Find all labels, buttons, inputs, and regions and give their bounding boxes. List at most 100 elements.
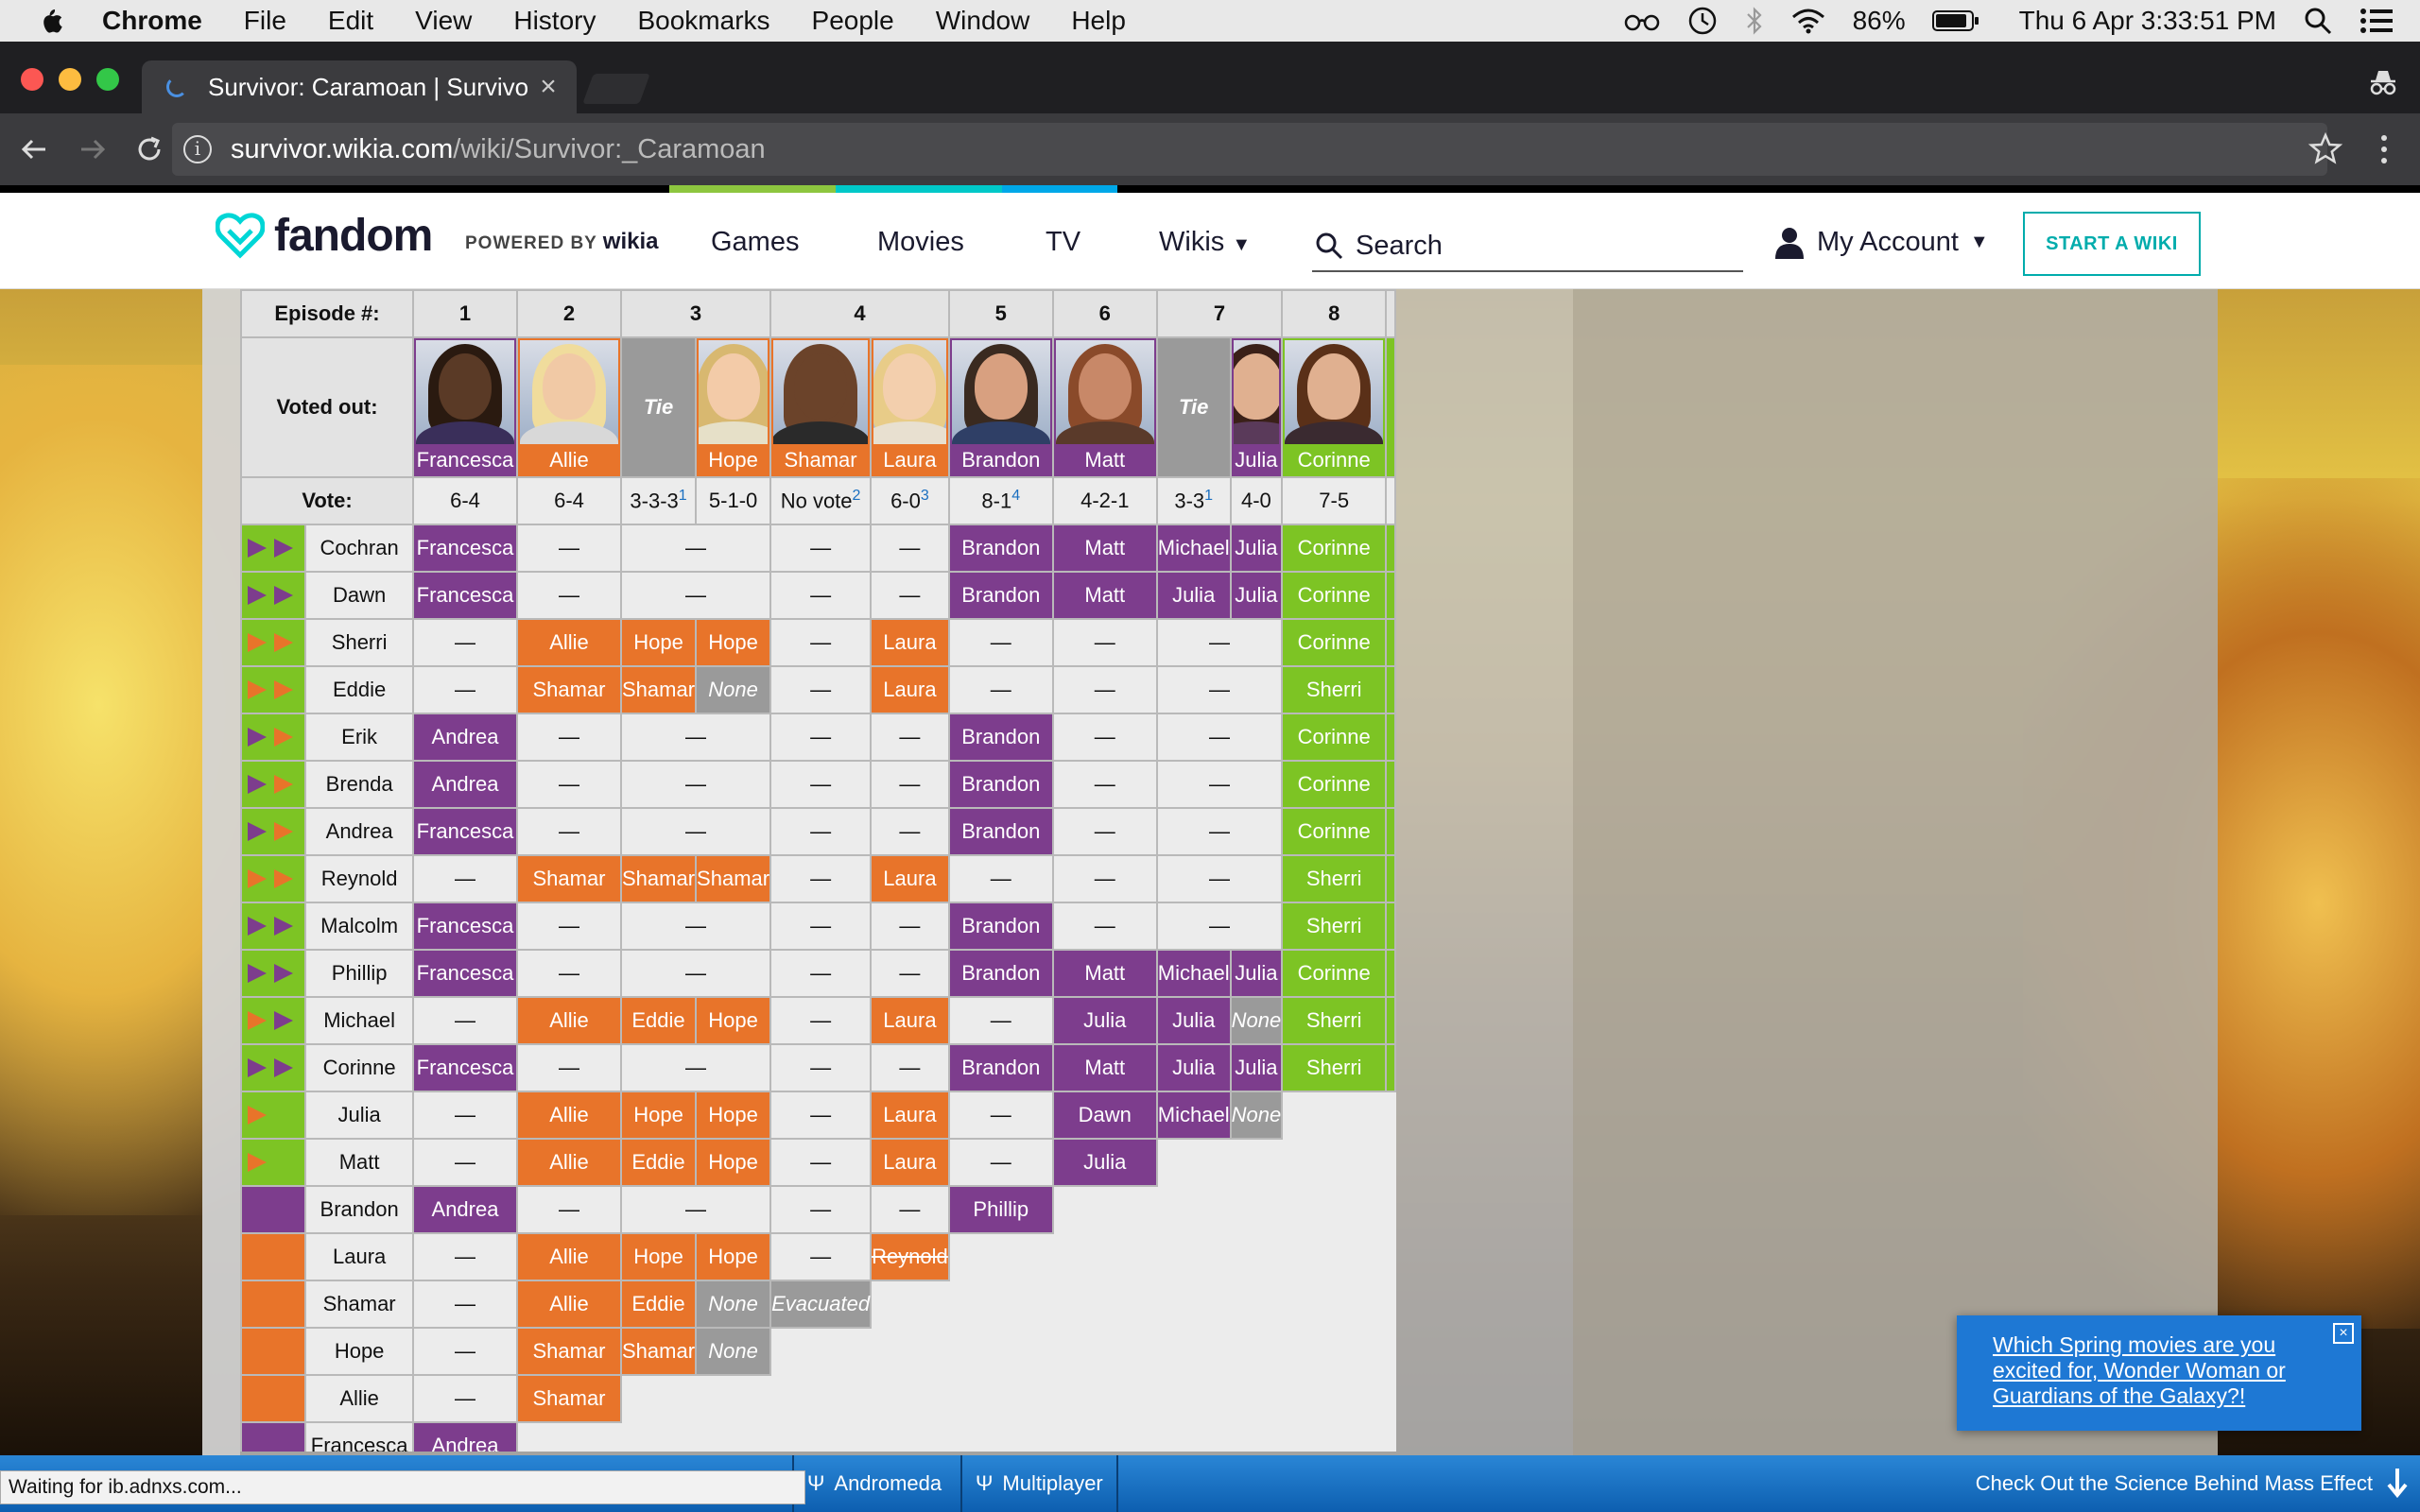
vote-cell: Brandon bbox=[947, 571, 1054, 620]
menu-file[interactable]: File bbox=[244, 6, 286, 36]
contestant-name[interactable]: Malcolm bbox=[304, 902, 414, 951]
contestant-name[interactable]: Corinne bbox=[304, 1043, 414, 1092]
voted-out-contestant[interactable]: Shamar bbox=[769, 336, 873, 478]
nav-wikis-label: Wikis bbox=[1159, 227, 1225, 257]
voted-out-contestant[interactable]: Corinne bbox=[1281, 336, 1388, 478]
notification-center-icon[interactable] bbox=[2360, 8, 2394, 34]
incognito-icon bbox=[2370, 71, 2396, 95]
reload-icon[interactable] bbox=[130, 130, 168, 168]
fandom-wordmark[interactable]: fandom bbox=[274, 210, 433, 262]
forward-arrow-icon[interactable] bbox=[74, 130, 112, 168]
bottom-bar-item-multiplayer[interactable]: Ψ Multiplayer bbox=[960, 1455, 1118, 1512]
bottom-bar-item-andromeda[interactable]: Ψ Andromeda bbox=[792, 1455, 942, 1512]
my-account-menu[interactable]: My Account ▼ bbox=[1773, 225, 1989, 259]
play-arrow-icon bbox=[274, 964, 293, 983]
battery-icon[interactable] bbox=[1931, 9, 1979, 32]
footnote-link[interactable]: 1 bbox=[1204, 488, 1213, 504]
tab-title: Survivor: Caramoan | Survivor bbox=[208, 72, 529, 101]
menu-people[interactable]: People bbox=[812, 6, 894, 36]
start-a-wiki-button[interactable]: START A WIKI bbox=[2023, 212, 2201, 276]
voted-out-contestant[interactable]: Julia bbox=[1229, 336, 1284, 478]
spotlight-search-icon[interactable] bbox=[2303, 6, 2333, 36]
footnote-link[interactable]: 2 bbox=[853, 488, 861, 504]
menu-help[interactable]: Help bbox=[1071, 6, 1126, 36]
menubar-clock[interactable]: Thu 6 Apr 3:33:51 PM bbox=[2019, 6, 2276, 36]
contestant-name[interactable]: Eddie bbox=[304, 665, 414, 714]
contestant-name[interactable]: Hope bbox=[304, 1327, 414, 1376]
vote-cell: — bbox=[870, 571, 950, 620]
poll-question-link[interactable]: Which Spring movies are you excited for,… bbox=[1993, 1332, 2342, 1409]
tribe-marker bbox=[240, 1138, 307, 1187]
footnote-link[interactable]: 4 bbox=[1011, 488, 1020, 504]
time-machine-icon[interactable] bbox=[1686, 5, 1719, 37]
contestant-name: Allie bbox=[549, 448, 589, 472]
tab-close-icon[interactable]: × bbox=[529, 71, 567, 103]
bookmark-star-icon[interactable] bbox=[2307, 130, 2344, 168]
footnote-link[interactable]: 1 bbox=[679, 488, 687, 504]
bottom-bar-promo-link[interactable]: Check Out the Science Behind Mass Effect bbox=[1976, 1455, 2373, 1512]
vote-cell: Michael bbox=[1155, 524, 1232, 573]
voted-out-contestant[interactable]: Brandon bbox=[947, 336, 1054, 478]
menu-bookmarks[interactable]: Bookmarks bbox=[637, 6, 769, 36]
nav-wikis[interactable]: Wikis ▼ bbox=[1159, 227, 1251, 258]
menu-view[interactable]: View bbox=[415, 6, 472, 36]
window-minimize-button[interactable] bbox=[59, 68, 81, 91]
chrome-menu-icon[interactable] bbox=[2373, 130, 2395, 168]
contestant-name[interactable]: Matt bbox=[304, 1138, 414, 1187]
poll-popup[interactable]: × Which Spring movies are you excited fo… bbox=[1957, 1315, 2361, 1431]
bluetooth-icon[interactable] bbox=[1745, 6, 1764, 36]
close-icon[interactable]: × bbox=[2333, 1323, 2354, 1344]
contestant-name[interactable]: Dawn bbox=[304, 571, 414, 620]
contestant-name[interactable]: Phillip bbox=[304, 949, 414, 998]
tie-cell[interactable]: Tie bbox=[619, 336, 698, 478]
site-info-icon[interactable]: i bbox=[183, 135, 212, 163]
contestant-name[interactable]: Francesca bbox=[304, 1421, 414, 1452]
contestant-name[interactable]: Allie bbox=[304, 1374, 414, 1423]
vote-cell: — bbox=[769, 713, 873, 762]
menu-history[interactable]: History bbox=[513, 6, 596, 36]
address-bar[interactable]: i survivor.wikia.com/wiki/Survivor:_Cara… bbox=[172, 123, 2327, 176]
glasses-icon[interactable] bbox=[1624, 10, 1660, 31]
window-zoom-button[interactable] bbox=[96, 68, 119, 91]
nav-tv[interactable]: TV bbox=[1046, 227, 1080, 258]
voted-out-contestant[interactable]: Francesca bbox=[412, 336, 518, 478]
search-input[interactable]: Search bbox=[1312, 221, 1743, 272]
voted-out-contestant[interactable]: Allie bbox=[516, 336, 622, 478]
nav-games[interactable]: Games bbox=[711, 227, 799, 258]
vote-cell: Andrea bbox=[412, 1185, 518, 1234]
voted-out-contestant[interactable]: Laura bbox=[870, 336, 950, 478]
download-arrow-icon[interactable] bbox=[2386, 1467, 2409, 1499]
contestant-name[interactable]: Cochran bbox=[304, 524, 414, 573]
nav-movies[interactable]: Movies bbox=[877, 227, 964, 258]
vote-cell: Brandon bbox=[947, 713, 1054, 762]
apple-icon[interactable] bbox=[36, 6, 64, 36]
vote-cell: — bbox=[1051, 618, 1158, 667]
fandom-heart-logo-icon[interactable] bbox=[216, 212, 265, 261]
wifi-icon[interactable] bbox=[1790, 7, 1826, 35]
menu-edit[interactable]: Edit bbox=[328, 6, 373, 36]
contestant-name[interactable]: Erik bbox=[304, 713, 414, 762]
menu-window[interactable]: Window bbox=[936, 6, 1030, 36]
contestant-name[interactable]: Andrea bbox=[304, 807, 414, 856]
window-close-button[interactable] bbox=[21, 68, 43, 91]
contestant-name[interactable]: Julia bbox=[304, 1091, 414, 1140]
episode-number: 3 bbox=[619, 289, 772, 338]
contestant-name[interactable]: Laura bbox=[304, 1232, 414, 1281]
battery-percent[interactable]: 86% bbox=[1853, 6, 1906, 36]
back-arrow-icon[interactable] bbox=[15, 130, 53, 168]
vote-cell: Julia bbox=[1229, 571, 1284, 620]
contestant-name[interactable]: Sherri bbox=[304, 618, 414, 667]
contestant-name[interactable]: Reynold bbox=[304, 854, 414, 903]
contestant-name[interactable]: Brandon bbox=[304, 1185, 414, 1234]
new-tab-button[interactable] bbox=[582, 74, 650, 104]
tie-cell[interactable]: Tie bbox=[1155, 336, 1232, 478]
contestant-name[interactable]: Michael bbox=[304, 996, 414, 1045]
menu-app-chrome[interactable]: Chrome bbox=[102, 6, 202, 36]
voted-out-contestant[interactable]: Matt bbox=[1051, 336, 1158, 478]
contestant-name[interactable]: Brenda bbox=[304, 760, 414, 809]
voted-out-contestant[interactable]: Hope bbox=[695, 336, 772, 478]
contestant-name[interactable]: Shamar bbox=[304, 1280, 414, 1329]
vote-cell: Andrea bbox=[412, 713, 518, 762]
tab-active[interactable]: Survivor: Caramoan | Survivor × bbox=[142, 60, 577, 113]
footnote-link[interactable]: 3 bbox=[921, 488, 929, 504]
